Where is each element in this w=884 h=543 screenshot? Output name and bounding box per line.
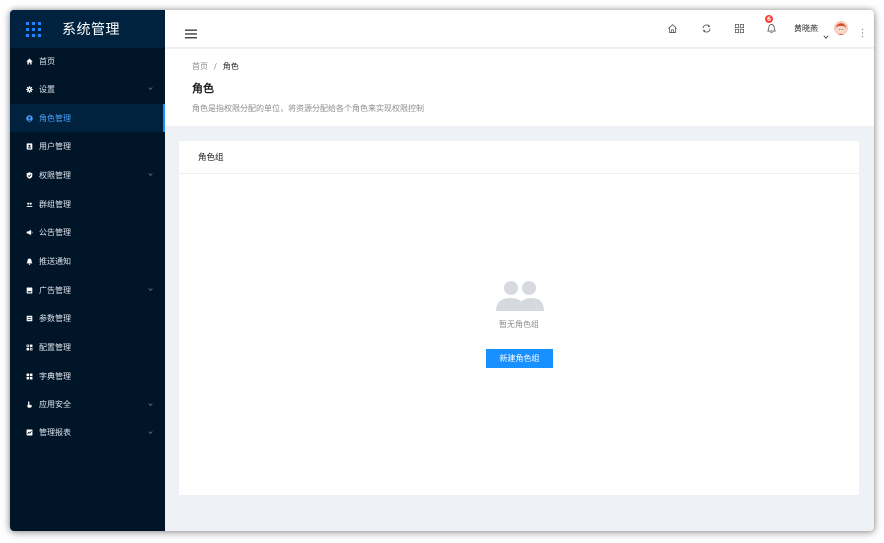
menu-toggle-icon[interactable]: [185, 24, 197, 39]
users-icon: [26, 201, 33, 208]
new-role-group-button[interactable]: 新建角色组: [486, 349, 553, 368]
avatar[interactable]: [834, 21, 848, 35]
app-grid-icon: [26, 21, 41, 37]
sidebar-item-settings[interactable]: 设置: [10, 75, 165, 104]
sidebar-item-config-management[interactable]: 配置管理: [10, 333, 165, 362]
users-empty-icon: [494, 279, 546, 313]
sidebar-item-label: 应用安全: [39, 400, 71, 410]
logo-bar: 系统管理: [10, 10, 165, 48]
sidebar-item-label: 设置: [39, 84, 55, 94]
chevron-down-icon[interactable]: [823, 25, 829, 39]
sidebar-item-user-management[interactable]: 用户管理: [10, 132, 165, 161]
sidebar-menu: 首页 设置 角色管理 用户管理 权限管理 群组管理 公告管理 推送通知 广告管理…: [10, 48, 165, 445]
notification-badge: 6: [764, 14, 774, 24]
page-title: 角色: [192, 82, 214, 95]
gear-icon: [26, 86, 33, 93]
top-header: 6 黄晓燕: [165, 10, 874, 48]
sidebar-item-label: 字典管理: [39, 371, 71, 381]
sidebar-item-app-security[interactable]: 应用安全: [10, 391, 165, 420]
sidebar-item-role-management[interactable]: 角色管理: [10, 103, 165, 133]
more-vertical-icon[interactable]: [861, 23, 864, 38]
breadcrumb-home-link[interactable]: 首页: [192, 62, 208, 71]
empty-state-text: 暂无角色组: [499, 320, 539, 329]
sidebar-item-label: 用户管理: [39, 142, 71, 152]
user-circle-icon: [26, 114, 33, 122]
refresh-icon[interactable]: [701, 23, 712, 34]
sidebar-item-push-notifications[interactable]: 推送通知: [10, 247, 165, 276]
sidebar-item-label: 权限管理: [39, 170, 71, 180]
sidebar-item-ad-management[interactable]: 广告管理: [10, 276, 165, 305]
page-description: 角色是指权限分配的单位，将资源分配给各个角色来实现权限控制: [192, 104, 424, 113]
page-header: 首页 / 角色 角色 角色是指权限分配的单位，将资源分配给各个角色来实现权限控制: [165, 49, 874, 126]
apps-grid-icon[interactable]: [734, 23, 745, 34]
sidebar-item-label: 参数管理: [39, 314, 71, 324]
sidebar-item-dictionary-management[interactable]: 字典管理: [10, 362, 165, 391]
home-outline-icon[interactable]: [667, 23, 678, 34]
chevron-down-icon: [148, 172, 153, 177]
sidebar-item-label: 配置管理: [39, 343, 71, 353]
sidebar-item-label: 群组管理: [39, 199, 71, 209]
sidebar-item-label: 推送通知: [39, 256, 71, 266]
sliders-icon: [26, 315, 33, 322]
breadcrumb-current: 角色: [222, 62, 239, 71]
megaphone-icon: [26, 229, 33, 236]
sidebar-item-home[interactable]: 首页: [10, 48, 165, 75]
sidebar-item-label: 角色管理: [39, 113, 71, 123]
config-icon: [26, 344, 33, 351]
id-card-icon: [26, 143, 33, 150]
chevron-down-icon: [148, 287, 153, 292]
user-name[interactable]: 黄晓燕: [794, 23, 818, 34]
sidebar-item-permission-management[interactable]: 权限管理: [10, 161, 165, 190]
app-window: 系统管理 首页 设置 角色管理 用户管理 权限管理 群组管理 公告管理 推送通知…: [10, 10, 874, 531]
sidebar-item-parameter-management[interactable]: 参数管理: [10, 305, 165, 334]
card-title: 角色组: [179, 141, 859, 174]
role-group-card: 角色组 暂无角色组 新建角色组: [179, 141, 859, 495]
sidebar-item-report-management[interactable]: 管理报表: [10, 419, 165, 445]
ad-icon: [26, 287, 33, 294]
sidebar-item-label: 管理报表: [39, 427, 71, 437]
sidebar-item-announcement-management[interactable]: 公告管理: [10, 218, 165, 247]
breadcrumb-separator: /: [214, 62, 217, 71]
sidebar-item-label: 公告管理: [39, 228, 71, 238]
sidebar-item-group-management[interactable]: 群组管理: [10, 190, 165, 219]
dictionary-icon: [26, 373, 33, 380]
app-title: 系统管理: [62, 22, 120, 38]
hand-pointer-icon: [26, 401, 33, 409]
chevron-down-icon: [148, 86, 153, 91]
sidebar: 系统管理 首页 设置 角色管理 用户管理 权限管理 群组管理 公告管理 推送通知…: [10, 10, 165, 531]
sidebar-item-label: 广告管理: [39, 285, 71, 295]
chevron-down-icon: [148, 430, 153, 435]
breadcrumb: 首页 / 角色: [192, 61, 239, 72]
shield-check-icon: [26, 172, 33, 179]
home-icon: [26, 58, 33, 65]
bell-outline-icon[interactable]: [766, 23, 777, 34]
chevron-down-icon: [148, 402, 153, 407]
chart-icon: [26, 429, 33, 436]
sidebar-item-label: 首页: [39, 57, 55, 66]
bell-icon: [26, 258, 33, 265]
